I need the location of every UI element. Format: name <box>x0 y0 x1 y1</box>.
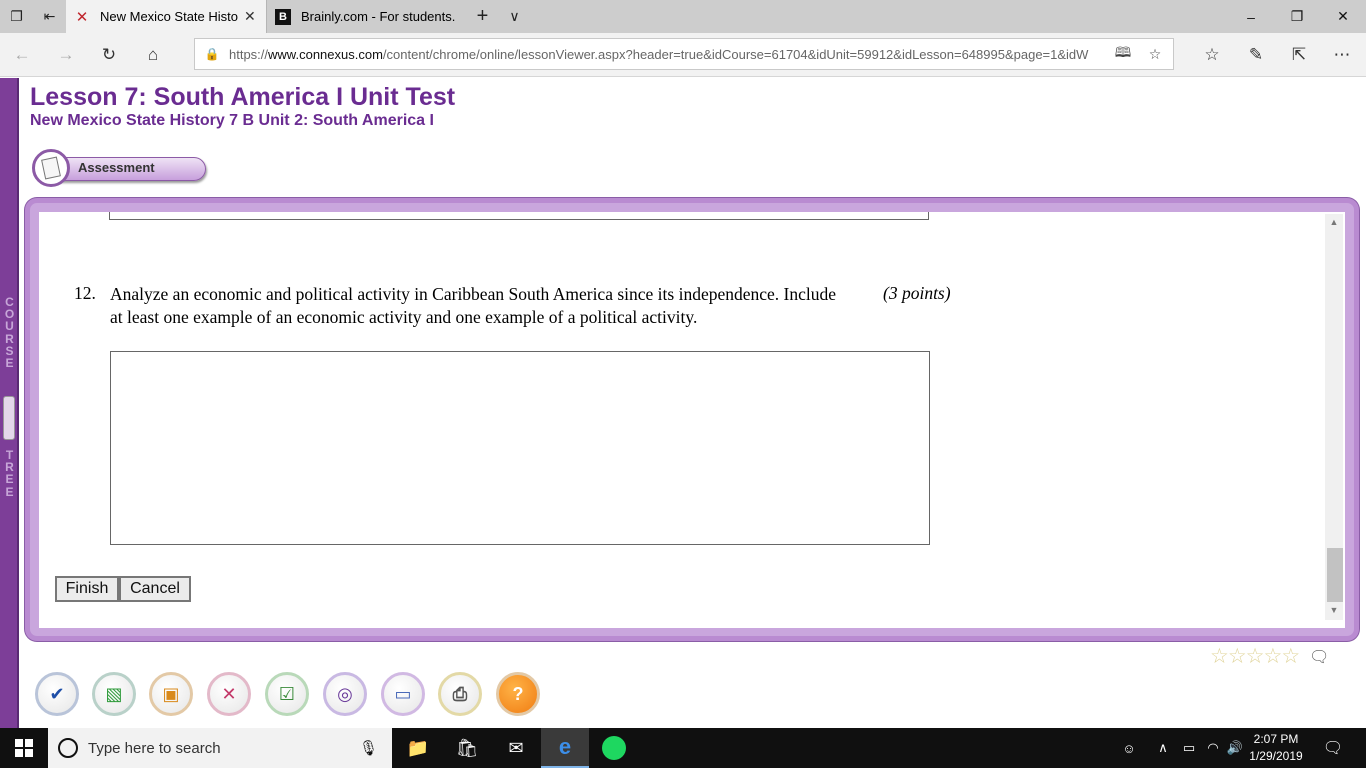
mail-icon[interactable]: ✉ <box>492 728 540 768</box>
scrollbar-thumb[interactable] <box>1327 548 1343 602</box>
tab-new-mexico-state-history[interactable]: ✕ New Mexico State Histo ✕ <box>66 0 266 33</box>
url-domain: www.connexus.com <box>268 46 383 62</box>
star-icon[interactable]: ☆ <box>1281 646 1300 667</box>
tab-close-icon[interactable]: ✕ <box>244 8 256 25</box>
book-icon[interactable]: ▧ <box>92 672 136 716</box>
refresh-icon[interactable]: ↻ <box>93 39 125 71</box>
question-points: (3 points) <box>883 283 951 303</box>
windows-taskbar: Type here to search 🎙 📁 🛍 ✉ e ☺ ∧ ▭ ◠ 🔊 … <box>0 728 1366 768</box>
clock-time: 2:07 PM <box>1253 732 1299 746</box>
set-tabs-aside-icon[interactable]: ⇤ <box>33 0 66 33</box>
pen-notes-icon[interactable]: ✎ <box>1240 39 1272 71</box>
people-icon[interactable]: ☺ <box>1116 728 1142 768</box>
taskbar-clock[interactable]: 2:07 PM 1/29/2019 <box>1244 731 1308 765</box>
lesson-rating: ☆ ☆ ☆ ☆ ☆ 🗨 <box>1210 646 1329 667</box>
scroll-up-icon[interactable]: ▲ <box>1325 214 1343 230</box>
tab-title: Brainly.com - For students. <box>301 9 456 24</box>
printer-icon[interactable]: ⎙ <box>438 672 482 716</box>
comment-bubble-icon[interactable]: 🗨 <box>1309 647 1329 667</box>
favorites-hub-icon[interactable]: ☆ <box>1196 39 1228 71</box>
finish-button[interactable]: Finish <box>55 576 119 602</box>
backpack-icon[interactable]: ▣ <box>149 672 193 716</box>
screen-icon[interactable]: ▭ <box>381 672 425 716</box>
course-subtitle: New Mexico State History 7 B Unit 2: Sou… <box>30 112 434 129</box>
address-toolbar: ← → ↻ ⌂ 🔒 https://www.connexus.com/conte… <box>0 33 1366 77</box>
edge-browser-icon[interactable]: e <box>541 728 589 768</box>
taskbar-search-box[interactable]: Type here to search 🎙 <box>48 728 392 768</box>
course-tree-label-bottom: TREE <box>5 448 14 499</box>
minimize-icon[interactable]: – <box>1228 0 1274 33</box>
cancel-button[interactable]: Cancel <box>119 576 191 602</box>
back-arrow-icon[interactable]: ← <box>6 39 38 71</box>
microphone-icon[interactable]: 🎙 <box>359 739 378 757</box>
lesson-page: COURSE TREE Lesson 7: South America I Un… <box>0 78 1366 728</box>
more-menu-icon[interactable]: ⋯ <box>1326 39 1358 71</box>
window-close-icon[interactable]: ✕ <box>1320 0 1366 33</box>
url-prefix: https:// <box>229 46 269 62</box>
url-text[interactable]: https://www.connexus.com/content/chrome/… <box>229 47 1107 62</box>
volume-icon[interactable]: 🔊 <box>1224 728 1246 768</box>
page-title: Lesson 7: South America I Unit Test <box>30 83 456 111</box>
browser-tab-strip: ❐ ⇤ ✕ New Mexico State Histo ✕ B Brainly… <box>0 0 1366 33</box>
battery-icon[interactable]: ▭ <box>1178 728 1200 768</box>
address-bar[interactable]: 🔒 https://www.connexus.com/content/chrom… <box>194 38 1174 70</box>
url-path: /content/chrome/online/lessonViewer.aspx… <box>382 46 1089 62</box>
vertical-scrollbar[interactable]: ▲ ▼ <box>1325 214 1343 620</box>
tab-overview-icon[interactable]: ❐ <box>0 0 33 33</box>
checkmark-icon[interactable]: ✔ <box>35 672 79 716</box>
course-tree-label-top: COURSE <box>4 295 15 371</box>
search-placeholder: Type here to search <box>88 739 221 757</box>
tab-brainly[interactable]: B Brainly.com - For students. <box>266 0 466 33</box>
star-icon[interactable]: ☆ <box>1210 646 1229 667</box>
forward-arrow-icon[interactable]: → <box>50 39 82 71</box>
new-tab-icon[interactable]: + <box>466 0 499 33</box>
windows-start-icon[interactable] <box>0 728 48 768</box>
assessment-label: Assessment <box>78 160 155 175</box>
pushpin-icon[interactable]: ✕ <box>207 672 251 716</box>
course-tree-panel[interactable]: COURSE TREE <box>0 78 19 728</box>
wifi-icon[interactable]: ◠ <box>1202 728 1224 768</box>
brainly-icon: B <box>275 8 291 25</box>
answer-textarea[interactable] <box>110 351 930 545</box>
tab-title: New Mexico State Histo <box>100 9 238 24</box>
cortana-circle-icon <box>58 738 78 758</box>
file-explorer-icon[interactable]: 📁 <box>394 728 442 768</box>
question-text: Analyze an economic and political activi… <box>110 284 837 327</box>
favorite-star-icon[interactable]: ☆ <box>1139 46 1171 63</box>
show-hidden-icons-chevron[interactable]: ∧ <box>1152 728 1174 768</box>
star-icon[interactable]: ☆ <box>1263 646 1282 667</box>
action-center-icon[interactable]: 🗨 <box>1318 728 1348 768</box>
scroll-down-icon[interactable]: ▼ <box>1325 602 1343 618</box>
store-icon[interactable]: 🛍 <box>443 728 491 768</box>
connexus-icon: ✕ <box>75 8 89 26</box>
previous-answer-box[interactable] <box>109 212 929 220</box>
restore-icon[interactable]: ❐ <box>1274 0 1320 33</box>
course-tree-toggle-handle[interactable] <box>3 396 15 440</box>
spotify-icon[interactable] <box>590 728 638 768</box>
assessment-badge: Assessment <box>32 149 208 187</box>
lock-icon: 🔒 <box>204 47 220 61</box>
assessment-frame: 12. Analyze an economic and political ac… <box>25 198 1359 641</box>
target-icon[interactable]: ◎ <box>323 672 367 716</box>
assessment-content: 12. Analyze an economic and political ac… <box>39 212 1345 628</box>
tab-list-chevron-icon[interactable]: ∨ <box>498 0 531 33</box>
star-icon[interactable]: ☆ <box>1246 646 1265 667</box>
share-icon[interactable]: ⇱ <box>1283 39 1315 71</box>
clock-date: 1/29/2019 <box>1249 749 1303 763</box>
reading-view-icon[interactable]: 🕮 <box>1107 42 1139 66</box>
home-icon[interactable]: ⌂ <box>137 39 169 71</box>
help-question-icon[interactable]: ? <box>496 672 540 716</box>
question-number: 12. <box>74 283 96 303</box>
assessment-document-icon <box>32 149 70 187</box>
checklist-icon[interactable]: ☑ <box>265 672 309 716</box>
star-icon[interactable]: ☆ <box>1228 646 1247 667</box>
